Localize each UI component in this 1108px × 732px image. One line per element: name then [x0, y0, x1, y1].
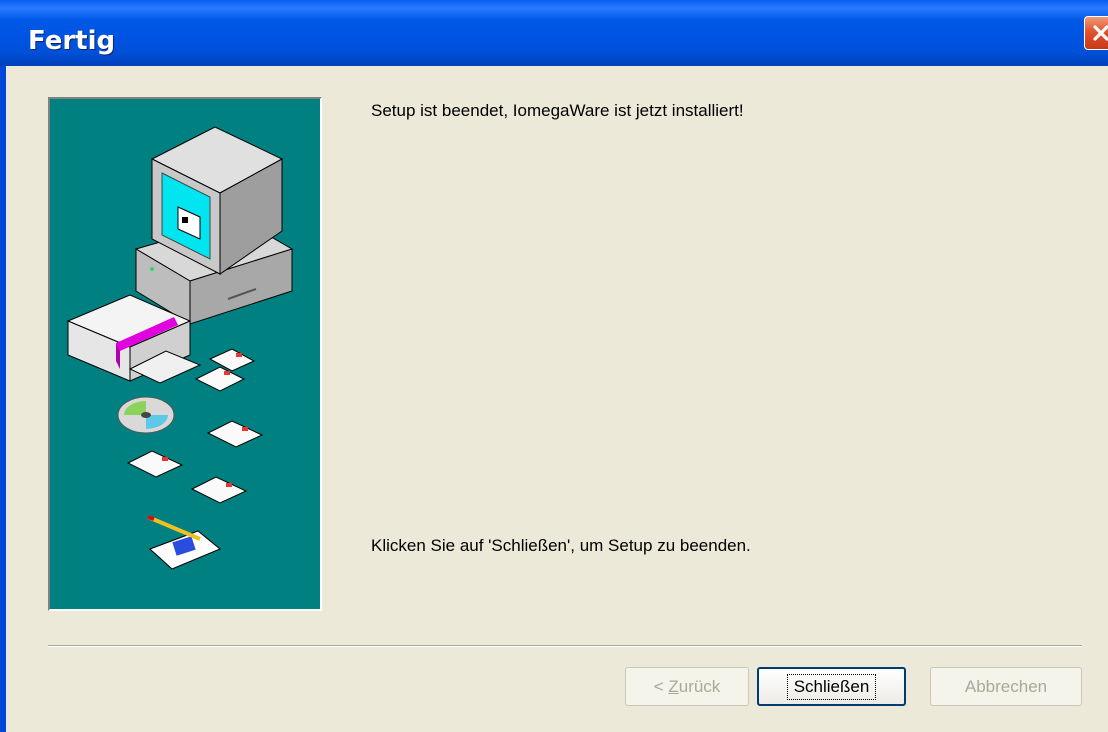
title-bar[interactable]: Fertig: [0, 0, 1108, 66]
window-title: Fertig: [28, 26, 116, 56]
close-icon: [1093, 25, 1108, 41]
close-button[interactable]: Schließen: [757, 667, 906, 706]
back-button-accelerator: Z: [668, 676, 679, 696]
cancel-button-label: Abbrechen: [964, 676, 1048, 696]
computer-illustration-icon: [66, 126, 294, 570]
back-button-label: urück: [678, 676, 721, 696]
setup-dialog: Fertig Setup ist beendet, IomegaWare ist…: [0, 0, 1108, 732]
back-button[interactable]: < Zurück: [625, 667, 749, 706]
setup-illustration: [48, 97, 322, 611]
separator-line: [48, 645, 1082, 647]
close-instruction-message: Klicken Sie auf 'Schließen', um Setup zu…: [371, 536, 751, 555]
back-button-prefix: <: [653, 676, 669, 696]
close-button-label: Schließen: [786, 673, 877, 700]
window-frame: [0, 66, 6, 732]
setup-complete-message: Setup ist beendet, IomegaWare ist jetzt …: [371, 101, 744, 120]
close-window-button[interactable]: [1084, 16, 1108, 50]
cancel-button[interactable]: Abbrechen: [930, 667, 1082, 706]
